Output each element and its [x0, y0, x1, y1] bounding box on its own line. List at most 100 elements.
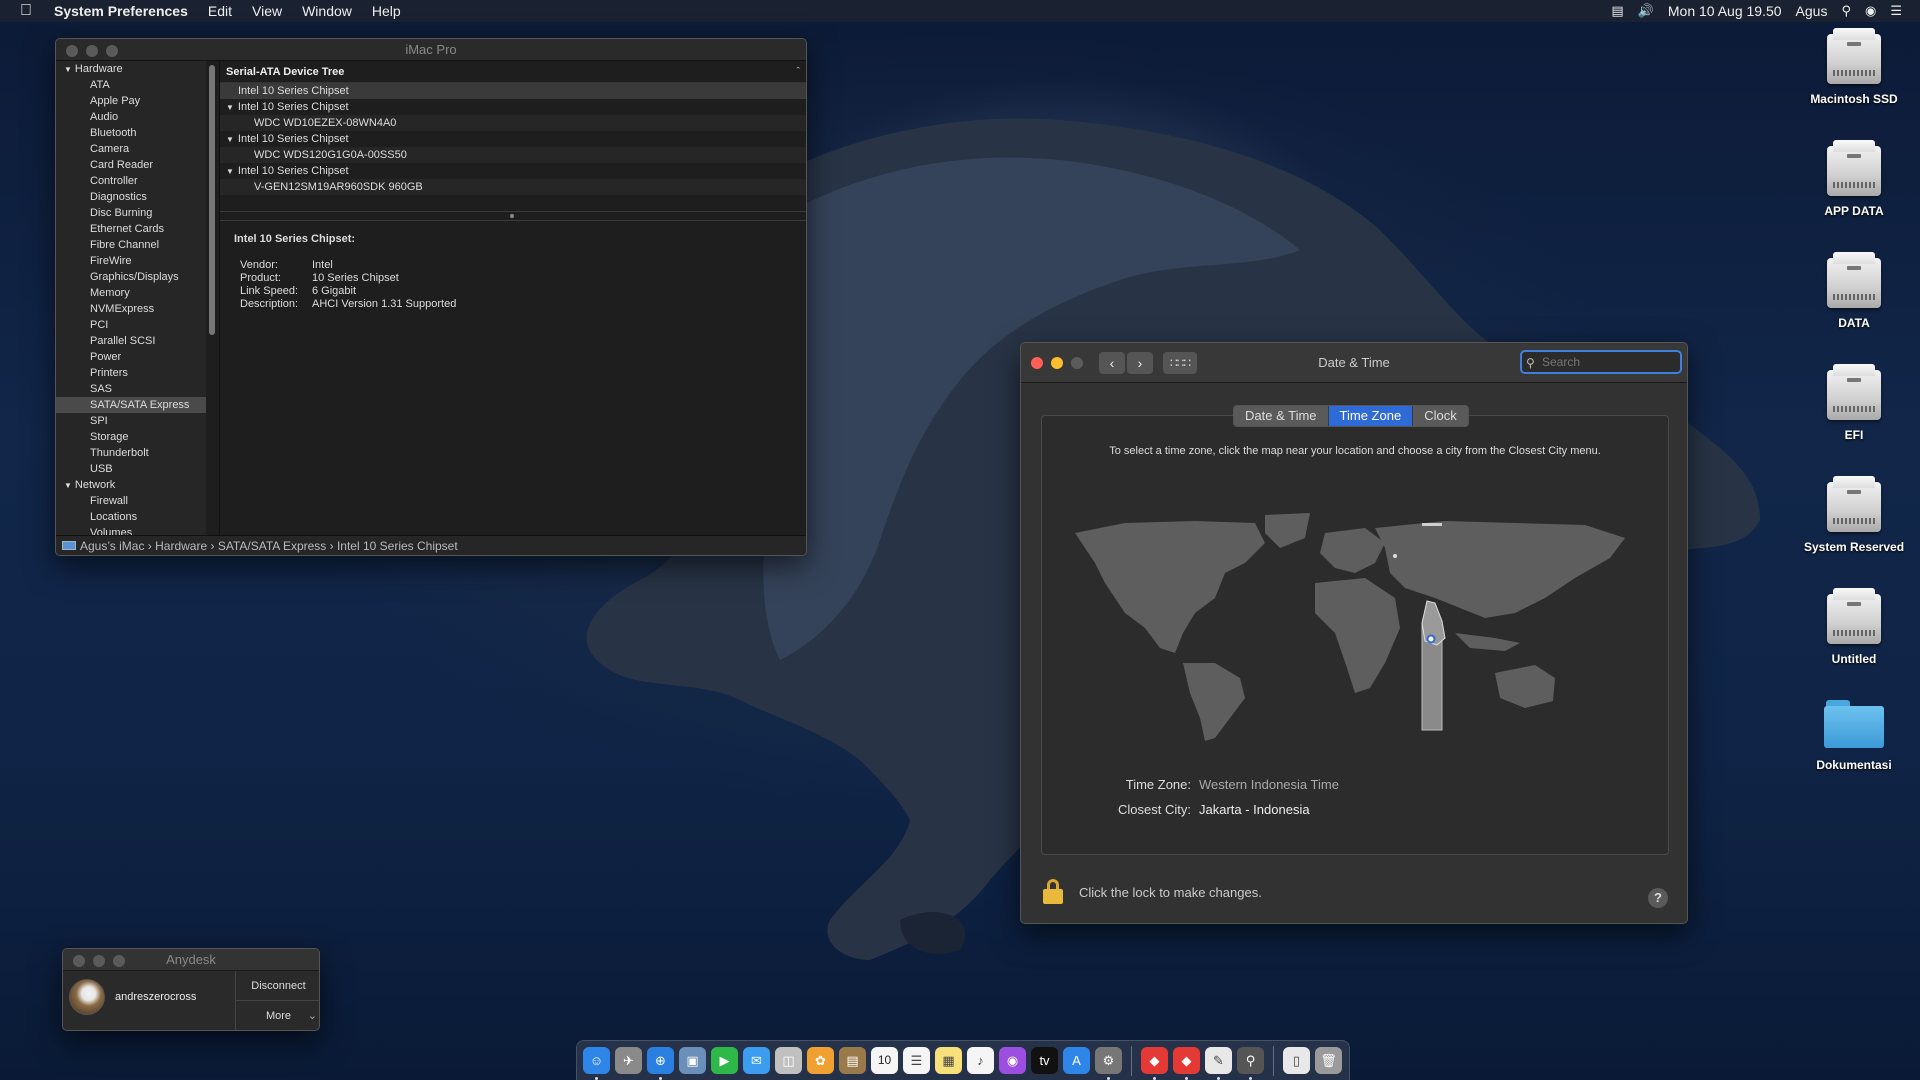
back-button[interactable]: ‹	[1099, 352, 1125, 374]
reminders-icon[interactable]: ☰	[903, 1047, 930, 1074]
messages-icon[interactable]: ✉	[743, 1047, 770, 1074]
sysinfo-titlebar[interactable]: iMac Pro	[56, 39, 806, 61]
sidebar-scrollbar[interactable]	[208, 65, 216, 535]
device-tree-header[interactable]: Serial-ATA Device Tree ˆ	[220, 61, 806, 83]
tab-time-zone[interactable]: Time Zone	[1328, 406, 1414, 426]
notes-brown-icon[interactable]: ▤	[839, 1047, 866, 1074]
podcasts-icon[interactable]: ◉	[999, 1047, 1026, 1074]
activity-monitor-icon[interactable]: ▤	[1611, 3, 1623, 19]
split-view-divider[interactable]	[220, 211, 806, 221]
sidebar-item[interactable]: Thunderbolt	[56, 445, 206, 461]
photo-booth-icon[interactable]: ◫	[775, 1047, 802, 1074]
menu-view[interactable]: View	[252, 3, 282, 19]
sidebar-item[interactable]: Ethernet Cards	[56, 221, 206, 237]
minimize-button[interactable]	[86, 45, 98, 57]
zoom-button[interactable]	[113, 955, 125, 967]
sidebar-item[interactable]: Locations	[56, 509, 206, 525]
textedit-icon[interactable]: ✎	[1205, 1047, 1232, 1080]
show-all-grid-icon[interactable]: ∷∷∷	[1163, 352, 1197, 374]
tab-clock[interactable]: Clock	[1413, 406, 1468, 426]
tab-date-time[interactable]: Date & Time	[1234, 406, 1329, 426]
sidebar-item[interactable]: Card Reader	[56, 157, 206, 173]
sidebar-category[interactable]: Network	[56, 477, 206, 493]
spotlight-search-icon[interactable]: ⚲	[1841, 3, 1851, 19]
scroll-thumb[interactable]	[209, 65, 215, 335]
anydesk-icon[interactable]: ◆	[1141, 1047, 1168, 1080]
photos-icon[interactable]: ✿	[807, 1047, 834, 1074]
more-button[interactable]: More ⌄	[236, 1001, 319, 1030]
sidebar-item[interactable]: Disc Burning	[56, 205, 206, 221]
zoom-button[interactable]	[1071, 357, 1083, 369]
sidebar-item[interactable]: USB	[56, 461, 206, 477]
safari-icon[interactable]: ⊕	[647, 1047, 674, 1080]
sidebar-item[interactable]: Printers	[56, 365, 206, 381]
tv-icon[interactable]: tv	[1031, 1047, 1058, 1074]
close-button[interactable]	[73, 955, 85, 967]
tree-row[interactable]: V-GEN12SM19AR960SDK 960GB	[220, 179, 806, 195]
date-time-titlebar[interactable]: ‹ › ∷∷∷ Date & Time ⚲	[1021, 343, 1687, 383]
app-store-icon[interactable]: A	[1063, 1047, 1090, 1074]
sidebar-item[interactable]: ATA	[56, 77, 206, 93]
minimize-button[interactable]	[93, 955, 105, 967]
sidebar-category[interactable]: Hardware	[56, 61, 206, 77]
sidebar-item[interactable]: FireWire	[56, 253, 206, 269]
facetime-icon[interactable]: ▶	[711, 1047, 738, 1074]
disconnect-button[interactable]: Disconnect	[236, 971, 319, 1001]
apple-menu-icon[interactable]: 	[20, 2, 40, 20]
help-button[interactable]: ?	[1648, 888, 1668, 908]
notes-icon[interactable]: ▦	[935, 1047, 962, 1074]
zoom-button[interactable]	[106, 45, 118, 57]
menu-app-name[interactable]: System Preferences	[54, 3, 188, 19]
menu-user[interactable]: Agus	[1796, 3, 1828, 19]
siri-icon[interactable]: ◉	[1865, 3, 1876, 19]
menu-help[interactable]: Help	[372, 3, 401, 19]
sidebar-item[interactable]: Bluetooth	[56, 125, 206, 141]
tree-row[interactable]: WDC WDS120G1G0A-00SS50	[220, 147, 806, 163]
sidebar-item[interactable]: Fibre Channel	[56, 237, 206, 253]
sidebar-item[interactable]: Volumes	[56, 525, 206, 535]
sidebar-item[interactable]: Memory	[56, 285, 206, 301]
desktop-drive[interactable]: APP DATA	[1794, 140, 1914, 218]
menu-edit[interactable]: Edit	[208, 3, 232, 19]
menu-window[interactable]: Window	[302, 3, 352, 19]
finder-icon[interactable]: ☺	[583, 1047, 610, 1080]
music-icon[interactable]: ♪	[967, 1047, 994, 1074]
lock-icon[interactable]	[1043, 879, 1063, 905]
system-preferences-icon[interactable]: ⚙	[1095, 1047, 1122, 1080]
sidebar-item[interactable]: SAS	[56, 381, 206, 397]
sidebar-item[interactable]: Power	[56, 349, 206, 365]
sidebar-item[interactable]: NVMExpress	[56, 301, 206, 317]
search-input[interactable]	[1542, 355, 1672, 369]
anydesk-titlebar[interactable]: Anydesk	[63, 949, 319, 971]
sidebar-item[interactable]: Firewall	[56, 493, 206, 509]
notification-center-icon[interactable]: ☰	[1890, 3, 1902, 19]
desktop-drive[interactable]: Macintosh SSD	[1794, 28, 1914, 106]
calendar-icon[interactable]: 10	[871, 1047, 898, 1074]
closest-city-value[interactable]: Jakarta - Indonesia	[1199, 802, 1310, 817]
menu-clock[interactable]: Mon 10 Aug 19.50	[1668, 3, 1782, 19]
sidebar-item[interactable]: SATA/SATA Express	[56, 397, 206, 413]
launchpad-icon[interactable]: ✈	[615, 1047, 642, 1074]
trash-icon[interactable]: 🗑	[1315, 1047, 1342, 1074]
forward-button[interactable]: ›	[1127, 352, 1153, 374]
sidebar-item[interactable]: Controller	[56, 173, 206, 189]
sidebar-item[interactable]: Camera	[56, 141, 206, 157]
preview-icon[interactable]: ▣	[679, 1047, 706, 1074]
anydesk-alt-icon[interactable]: ◆	[1173, 1047, 1200, 1080]
close-button[interactable]	[66, 45, 78, 57]
volume-icon[interactable]: 🔊	[1638, 3, 1654, 19]
desktop-drive[interactable]: DATA	[1794, 252, 1914, 330]
path-text[interactable]: Agus’s iMac › Hardware › SATA/SATA Expre…	[80, 539, 458, 553]
search-field[interactable]: ⚲	[1520, 350, 1682, 374]
tree-row[interactable]: Intel 10 Series Chipset	[220, 99, 806, 115]
sidebar-item[interactable]: Graphics/Displays	[56, 269, 206, 285]
tree-row[interactable]: Intel 10 Series Chipset	[220, 163, 806, 179]
tree-row[interactable]: Intel 10 Series Chipset	[220, 83, 806, 99]
close-button[interactable]	[1031, 357, 1043, 369]
desktop-drive[interactable]: EFI	[1794, 364, 1914, 442]
script-editor-icon[interactable]: ⚲	[1237, 1047, 1264, 1080]
sidebar-item[interactable]: SPI	[56, 413, 206, 429]
desktop-drive[interactable]: Untitled	[1794, 588, 1914, 666]
sidebar-item[interactable]: Diagnostics	[56, 189, 206, 205]
sidebar-item[interactable]: Audio	[56, 109, 206, 125]
